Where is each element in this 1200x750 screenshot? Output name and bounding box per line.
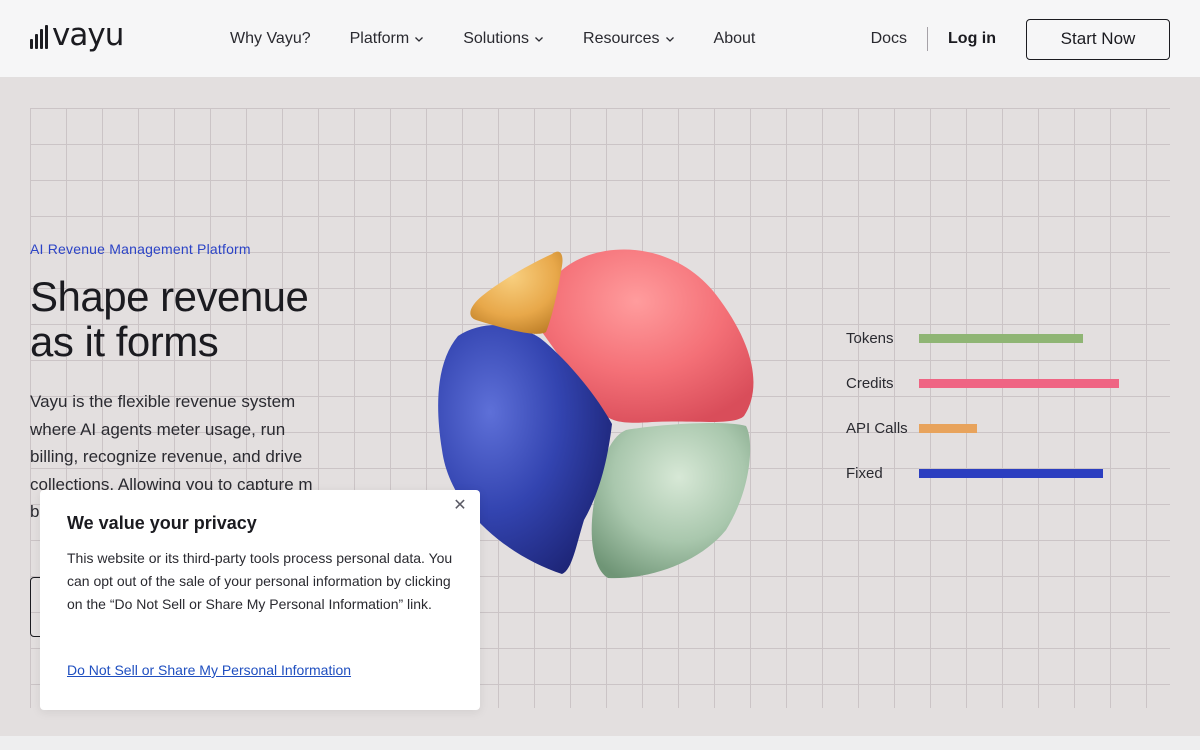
bar-label: Tokens [846,329,894,347]
bar-tokens [919,333,1083,343]
login-link[interactable]: Log in [948,30,996,48]
privacy-modal: ✕ We value your privacy This website or … [40,490,480,710]
bar-credits [919,378,1119,388]
hero-description-tail: b [30,502,40,521]
nav-solutions-label: Solutions [463,30,530,47]
docs-link[interactable]: Docs [871,30,907,48]
nav-resources[interactable]: Resources [583,30,674,48]
pie-slice-green [591,423,751,579]
pie-slice-orange [470,251,563,334]
header-actions: Docs Log in Start Now [871,0,1170,78]
nav-why-vayu[interactable]: Why Vayu? [230,30,311,48]
start-now-button[interactable]: Start Now [1026,18,1170,60]
bar-fixed [919,468,1103,478]
vayu-logo[interactable]: vayu [30,17,124,53]
nav-solutions[interactable]: Solutions [463,30,544,48]
logo-text: vayu [52,17,124,53]
do-not-sell-link[interactable]: Do Not Sell or Share My Personal Informa… [67,662,351,678]
nav-about[interactable]: About [714,30,756,48]
bar-label: Credits [846,374,894,392]
site-header: vayu Why Vayu? Platform Solutions Resour… [0,0,1200,78]
main-nav: Why Vayu? Platform Solutions Resources A… [230,0,794,78]
nav-why-vayu-label: Why Vayu? [230,30,311,47]
bar-api-calls [919,423,977,433]
nav-platform-label: Platform [349,30,410,47]
nav-platform[interactable]: Platform [350,30,425,48]
hero-eyebrow: AI Revenue Management Platform [30,241,251,257]
nav-resources-label: Resources [583,30,660,47]
headline-line-1: Shape revenue [30,273,309,320]
privacy-body: This website or its third-party tools pr… [67,550,453,612]
pie-illustration [438,249,754,579]
privacy-title: We value your privacy [67,513,257,533]
bar-label: Fixed [846,464,883,482]
logo-bars-icon [30,25,48,49]
bottom-band [0,736,1200,750]
chevron-down-icon [665,37,674,42]
headline-line-2: as it forms [30,318,219,365]
chevron-down-icon [415,37,424,42]
hero-headline: Shape revenue as it forms [30,273,309,365]
hero-description-text: Vayu is the flexible revenue system wher… [30,392,313,494]
nav-about-label: About [713,30,756,47]
close-icon[interactable]: ✕ [452,498,468,514]
header-divider [927,27,929,51]
bar-label: API Calls [846,419,908,437]
chevron-down-icon [535,37,543,42]
